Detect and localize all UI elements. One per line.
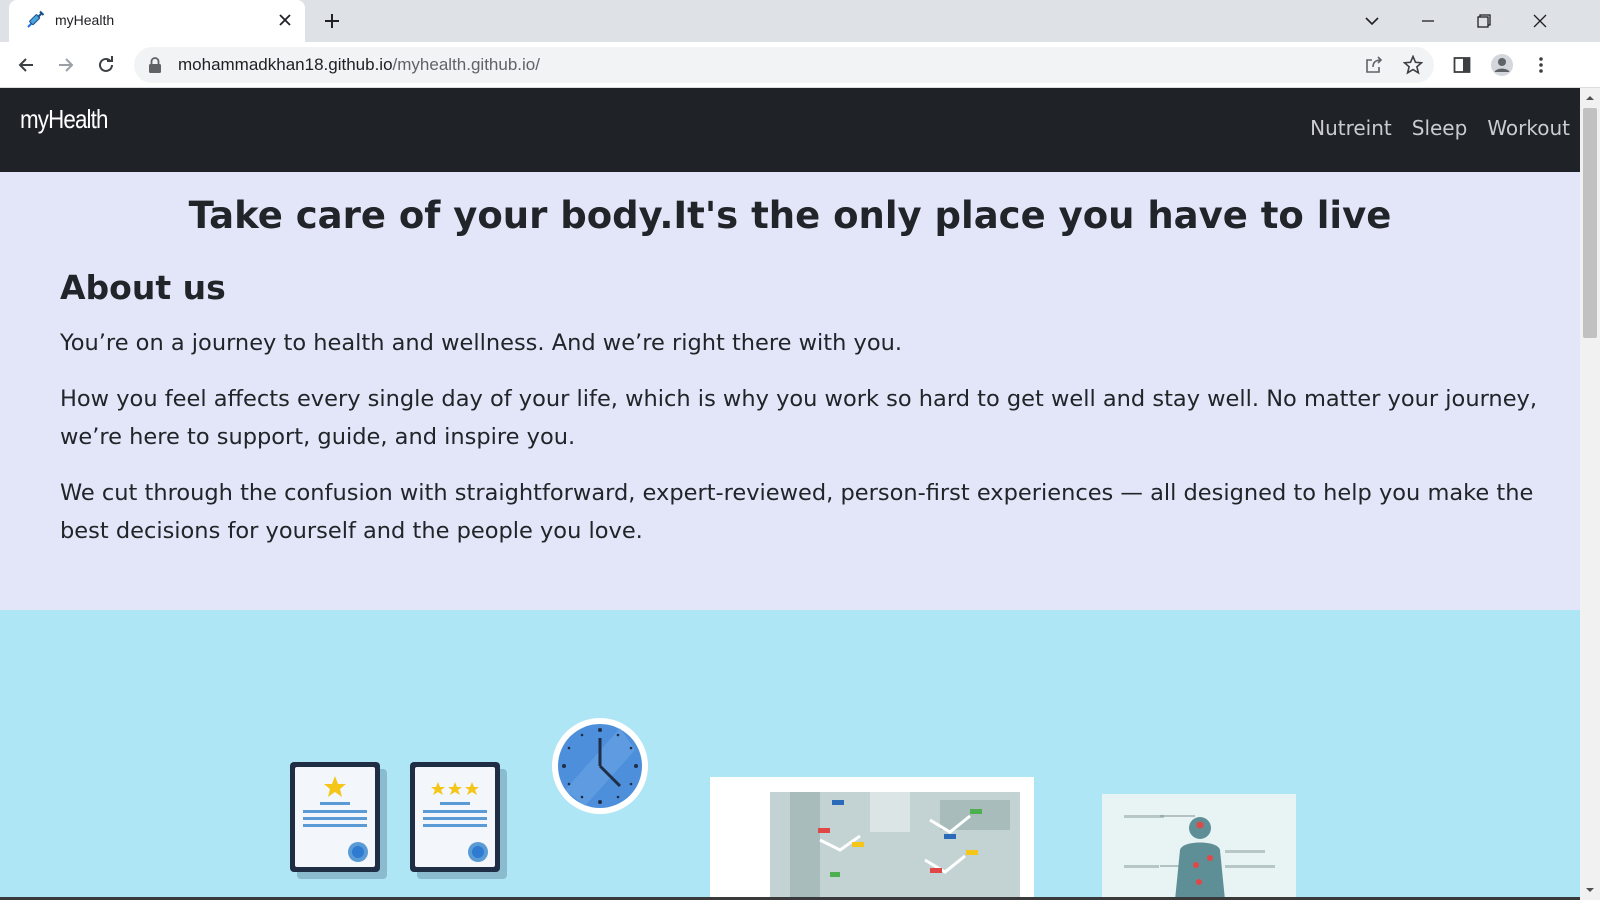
new-tab-icon[interactable] bbox=[320, 9, 344, 33]
nav-link-workout[interactable]: Workout bbox=[1487, 116, 1570, 140]
lock-icon[interactable] bbox=[148, 57, 162, 73]
about-paragraph-3: We cut through the confusion with straig… bbox=[60, 480, 1534, 544]
back-arrow-icon[interactable] bbox=[12, 51, 40, 79]
url-text[interactable]: mohammadkhan18.github.io/myhealth.github… bbox=[178, 55, 540, 75]
site-brand-link[interactable]: myHealth bbox=[20, 104, 108, 135]
about-paragraph-2: How you feel affects every single day of… bbox=[60, 386, 1538, 450]
about-us-heading: About us bbox=[60, 268, 226, 307]
browser-tab[interactable]: myHealth bbox=[9, 0, 305, 42]
anatomy-chart-icon bbox=[1102, 794, 1296, 900]
side-panel-icon[interactable] bbox=[1448, 51, 1476, 79]
reload-icon[interactable] bbox=[92, 51, 120, 79]
restore-icon[interactable] bbox=[1470, 7, 1498, 35]
browser-tabstrip: myHealth bbox=[0, 0, 1600, 42]
hero-title: Take care of your body.It's the only pla… bbox=[188, 194, 1392, 237]
tab-search-chevron-icon[interactable] bbox=[1358, 7, 1386, 35]
url-path: /myhealth.github.io/ bbox=[392, 55, 540, 74]
health-illustration bbox=[0, 610, 1580, 900]
map-board-icon bbox=[710, 777, 1034, 900]
forward-arrow-icon[interactable] bbox=[52, 51, 80, 79]
nav-link-nutrient[interactable]: Nutreint bbox=[1310, 116, 1392, 140]
profile-avatar-icon[interactable] bbox=[1488, 51, 1516, 79]
scroll-down-arrow-icon[interactable] bbox=[1580, 880, 1600, 900]
tab-close-icon[interactable] bbox=[275, 10, 295, 30]
scrollbar-thumb[interactable] bbox=[1583, 108, 1597, 338]
site-navbar: myHealth Nutreint Sleep Workout bbox=[0, 88, 1580, 172]
minimize-icon[interactable] bbox=[1414, 7, 1442, 35]
browser-menu-icon[interactable] bbox=[1527, 51, 1555, 79]
clock-icon bbox=[552, 718, 648, 814]
page-viewport: myHealth Nutreint Sleep Workout Take car… bbox=[0, 88, 1580, 900]
about-paragraph-1: You’re on a journey to health and wellne… bbox=[60, 330, 903, 356]
vertical-scrollbar[interactable] bbox=[1580, 88, 1600, 900]
nav-link-sleep[interactable]: Sleep bbox=[1412, 116, 1468, 140]
site-nav-links: Nutreint Sleep Workout bbox=[1310, 116, 1570, 140]
tab-title: myHealth bbox=[55, 12, 115, 28]
close-window-icon[interactable] bbox=[1526, 7, 1554, 35]
certificate-three-star-icon bbox=[410, 762, 507, 879]
certificate-one-star-icon bbox=[290, 762, 387, 879]
bookmark-star-icon[interactable] bbox=[1401, 53, 1425, 77]
scroll-up-arrow-icon[interactable] bbox=[1580, 88, 1600, 108]
browser-toolbar: mohammadkhan18.github.io/myhealth.github… bbox=[0, 42, 1600, 88]
url-domain: mohammadkhan18.github.io bbox=[178, 55, 393, 74]
syringe-favicon-icon bbox=[25, 10, 45, 30]
share-icon[interactable] bbox=[1362, 53, 1386, 77]
address-bar[interactable]: mohammadkhan18.github.io/myhealth.github… bbox=[134, 47, 1434, 83]
